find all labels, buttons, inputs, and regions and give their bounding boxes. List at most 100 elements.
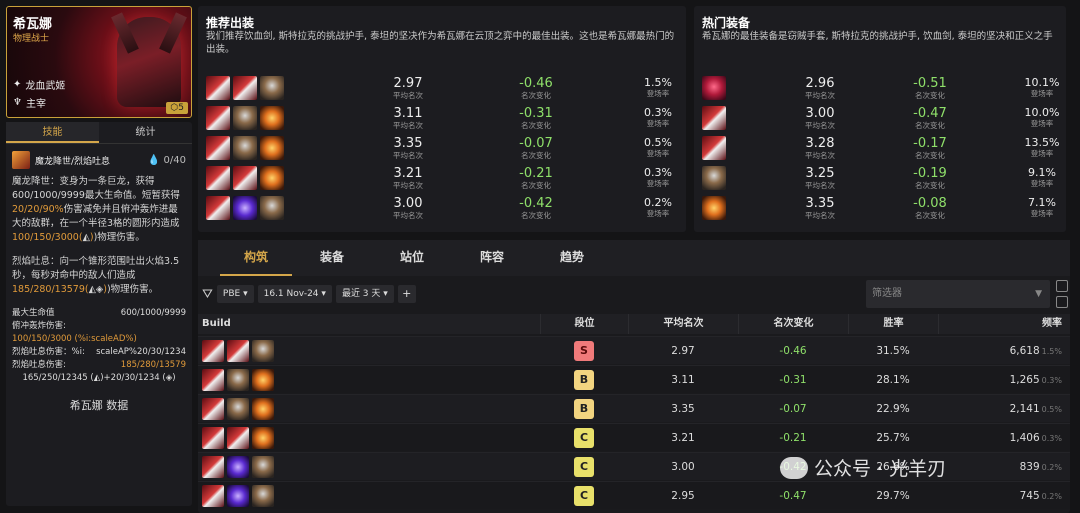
table-view-icon[interactable] xyxy=(1056,280,1068,292)
sword-item-icon[interactable] xyxy=(202,426,224,449)
stat-label: 平均名次 xyxy=(805,91,835,100)
stat-cell: 3.35 平均名次 xyxy=(378,136,438,161)
stat-value: -0.08 xyxy=(913,196,947,211)
wechat-icon xyxy=(780,456,808,479)
col-winrate[interactable]: 胜率 xyxy=(848,314,938,334)
sword-item-icon[interactable] xyxy=(206,196,230,220)
sword-item-icon[interactable] xyxy=(202,368,224,391)
build-row[interactable] xyxy=(206,74,284,102)
sword-item-icon[interactable] xyxy=(202,397,224,420)
build-row[interactable] xyxy=(702,74,726,102)
card-title: 推荐出装 xyxy=(206,16,255,30)
stat-value: 3.11 xyxy=(393,106,423,121)
item-set xyxy=(702,136,726,160)
glove-item-icon[interactable] xyxy=(252,484,274,507)
gauntlet-item-icon[interactable] xyxy=(252,426,274,449)
sword-item-icon[interactable] xyxy=(227,426,249,449)
stat-cell: -0.17 名次变化 xyxy=(900,136,960,161)
build-items xyxy=(198,426,540,449)
range-select[interactable]: 最近 3 天 ▾ xyxy=(335,285,394,303)
stat-cell: -0.47 名次变化 xyxy=(900,106,960,131)
stat-list: 最大生命值 600/1000/9999 俯冲轰炸伤害: 100/150/3000 … xyxy=(6,307,192,385)
sword-item-icon[interactable] xyxy=(206,136,230,160)
filter-icon[interactable]: ⛛ xyxy=(202,287,213,302)
build-row[interactable] xyxy=(702,164,726,192)
tab-stats[interactable]: 统计 xyxy=(99,122,192,143)
patch-select[interactable]: 16.1 Nov-24 ▾ xyxy=(257,285,332,303)
gauntlet-item-icon[interactable] xyxy=(260,166,284,190)
item-set xyxy=(702,76,726,100)
gauntlet-item-icon[interactable] xyxy=(702,196,726,220)
mana-icon: 💧 xyxy=(147,154,161,166)
build-row[interactable] xyxy=(702,104,726,132)
tier-badge: B xyxy=(574,398,594,419)
glove-item-icon[interactable] xyxy=(260,76,284,100)
stat-cell: 2.96 平均名次 xyxy=(790,76,850,101)
sword-item-icon[interactable] xyxy=(233,166,257,190)
sword-item-icon[interactable] xyxy=(206,106,230,130)
glove-item-icon[interactable] xyxy=(252,339,274,362)
tier-cell: B xyxy=(540,398,628,419)
table-row[interactable]: C 2.95 -0.47 29.7% 745 0.2% xyxy=(198,481,1070,509)
glove-item-icon[interactable] xyxy=(260,196,284,220)
filter-search[interactable]: 筛选器 ▼ xyxy=(866,280,1050,308)
glove-item-icon[interactable] xyxy=(252,455,274,478)
col-avg[interactable]: 平均名次 xyxy=(628,314,738,334)
glove-item-icon[interactable] xyxy=(227,368,249,391)
sword-item-icon[interactable] xyxy=(202,455,224,478)
chart-view-icon[interactable] xyxy=(1056,296,1068,308)
table-row[interactable]: S 2.97 -0.46 31.5% 6,618 1.5% xyxy=(198,336,1070,364)
sword-item-icon[interactable] xyxy=(233,76,257,100)
stat-label: 平均名次 xyxy=(393,151,423,160)
col-frequency[interactable]: 频率 xyxy=(938,314,1070,334)
table-row[interactable]: B 3.35 -0.07 22.9% 2,141 0.5% xyxy=(198,394,1070,422)
tab-positioning[interactable]: 站位 xyxy=(372,240,452,276)
tab-items[interactable]: 装备 xyxy=(292,240,372,276)
gauntlet-item-icon[interactable] xyxy=(252,368,274,391)
add-filter-button[interactable]: + xyxy=(397,285,416,303)
table-row[interactable]: C 3.21 -0.21 25.7% 1,406 0.3% xyxy=(198,423,1070,451)
build-row[interactable] xyxy=(206,134,284,162)
col-change[interactable]: 名次变化 xyxy=(738,314,848,334)
glove-item-icon[interactable] xyxy=(233,136,257,160)
table-row[interactable]: B 3.11 -0.31 28.1% 1,265 0.3% xyxy=(198,365,1070,393)
sword-item-icon[interactable] xyxy=(206,76,230,100)
ion-item-icon[interactable] xyxy=(233,196,257,220)
item-set xyxy=(206,76,284,100)
gauntlet-item-icon[interactable] xyxy=(260,106,284,130)
tab-comps[interactable]: 阵容 xyxy=(452,240,532,276)
build-row[interactable] xyxy=(702,134,726,162)
stat-cell: -0.21 名次变化 xyxy=(506,166,566,191)
trait-juggernaut[interactable]: ♆ 主宰 xyxy=(13,95,46,110)
sword-item-icon[interactable] xyxy=(202,339,224,362)
gauntlet-item-icon[interactable] xyxy=(260,136,284,160)
glove-item-icon[interactable] xyxy=(233,106,257,130)
sword-item-icon[interactable] xyxy=(227,339,249,362)
sword-item-icon[interactable] xyxy=(702,106,726,130)
frequency-percent: 0.2% xyxy=(1041,462,1062,472)
glove-item-icon[interactable] xyxy=(227,397,249,420)
sword-item-icon[interactable] xyxy=(202,484,224,507)
build-row[interactable] xyxy=(206,104,284,132)
ion-item-icon[interactable] xyxy=(227,455,249,478)
tab-builds[interactable]: 构筑 xyxy=(220,240,292,276)
wolf-item-icon[interactable] xyxy=(702,76,726,100)
tab-trends[interactable]: 趋势 xyxy=(532,240,612,276)
ion-item-icon[interactable] xyxy=(227,484,249,507)
item-set xyxy=(702,166,726,190)
col-build[interactable]: Build xyxy=(198,314,540,334)
build-row[interactable] xyxy=(206,194,284,222)
gauntlet-item-icon[interactable] xyxy=(252,397,274,420)
tab-skill[interactable]: 技能 xyxy=(6,122,99,143)
col-tier[interactable]: 段位 xyxy=(540,314,628,334)
mode-select[interactable]: PBE ▾ xyxy=(216,285,254,303)
build-row[interactable] xyxy=(206,164,284,192)
stat-cell: 3.25 平均名次 xyxy=(790,166,850,191)
glove-item-icon[interactable] xyxy=(702,166,726,190)
build-row[interactable] xyxy=(702,194,726,222)
frequency: 745 0.2% xyxy=(938,490,1070,502)
item-set xyxy=(206,166,284,190)
trait-dragon[interactable]: ✦ 龙血武姬 xyxy=(13,77,65,92)
sword-item-icon[interactable] xyxy=(206,166,230,190)
sword-item-icon[interactable] xyxy=(702,136,726,160)
